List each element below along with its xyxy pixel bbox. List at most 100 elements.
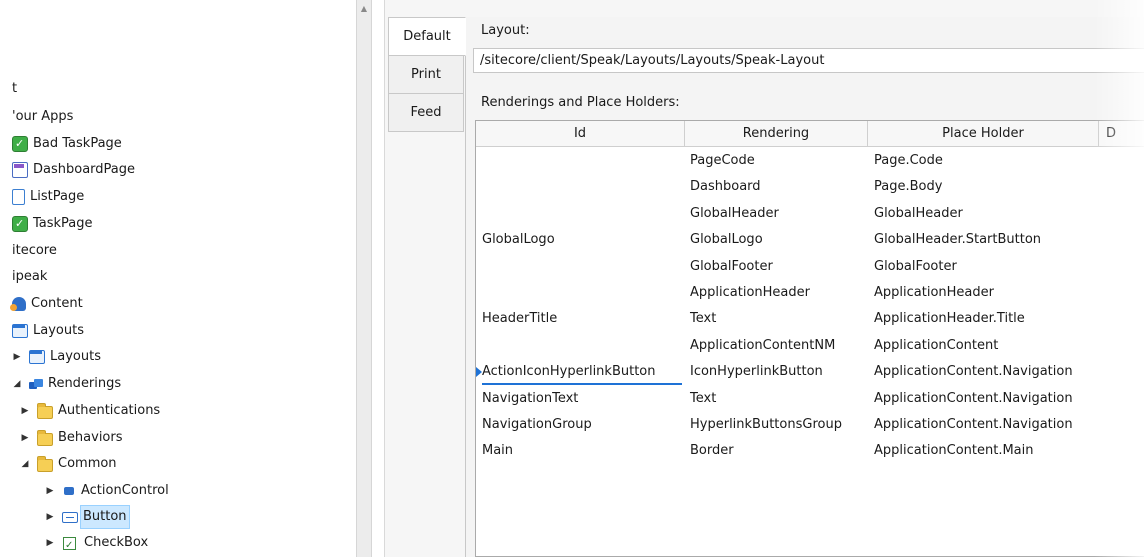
tree-item-label: Authentications [58,403,161,418]
column-header-placeholder[interactable]: Place Holder [868,121,1099,147]
tree-item-label: TaskPage [33,216,93,231]
grid-cell-placeholder[interactable]: ApplicationHeader [874,280,994,306]
grid-cell-rendering[interactable]: Dashboard [690,174,761,200]
layout-label: Layout: [481,23,530,38]
grid-cell-placeholder[interactable]: ApplicationContent.Navigation [874,386,1073,412]
grid-cell-placeholder[interactable]: GlobalHeader.StartButton [874,227,1041,253]
grid-cell-rendering[interactable]: Border [690,438,734,464]
tree-item[interactable]: ipeak [12,266,47,288]
tree-item-label: Renderings [48,376,122,391]
tree-item[interactable]: ▶ Authentications [19,400,160,422]
collapsed-arrow-icon[interactable]: ▶ [19,400,31,422]
tree-item-label: Layouts [50,349,101,364]
grid-cell-id[interactable]: HeaderTitle [482,306,557,332]
grid-cell-rendering[interactable]: Text [690,306,716,332]
tree-item[interactable]: t [12,78,17,100]
grid-cell-placeholder[interactable]: ApplicationContent.Navigation [874,359,1073,385]
grid-cell-id[interactable]: ActionIconHyperlinkButton [482,359,656,385]
tree-item-label: ListPage [30,189,85,204]
tab-feed[interactable]: Feed [388,93,464,132]
grid-cell-rendering[interactable]: HyperlinkButtonsGroup [690,412,842,438]
list-page-icon [12,189,25,205]
pane-splitter[interactable] [372,0,385,557]
collapsed-arrow-icon[interactable]: ▶ [44,480,56,502]
action-control-icon [64,487,74,495]
tree-item[interactable]: ◢ Renderings [11,373,122,395]
grid-cell-id[interactable]: NavigationText [482,386,578,412]
column-header-rendering[interactable]: Rendering [685,121,868,147]
tree-item-label: Bad TaskPage [33,136,122,151]
checkbox-icon [63,535,76,557]
tree-item[interactable]: Content [10,293,83,315]
scroll-up-arrow-icon[interactable]: ▲ [357,0,371,17]
grid-cell-id[interactable]: Main [482,438,513,464]
grid-cell-rendering[interactable]: ApplicationContentNM [690,333,835,359]
tree-item[interactable]: ListPage [12,186,84,208]
tree-item[interactable]: itecore [12,240,57,262]
folder-icon [37,402,53,419]
tree-item-label: Layouts [33,323,84,338]
folder-icon [37,455,53,472]
layout-details-panel: Layout: /sitecore/client/Speak/Layouts/L… [465,17,1144,557]
grid-cell-placeholder[interactable]: Page.Code [874,148,943,174]
collapsed-arrow-icon[interactable]: ▶ [19,427,31,449]
content-icon [10,297,26,311]
tree-item[interactable]: ◢ Common [19,453,117,475]
grid-cell-id[interactable]: GlobalLogo [482,227,555,253]
tree-item-label: itecore [12,243,57,258]
tree-item-label: Common [58,456,117,471]
layout-path-field[interactable]: /sitecore/client/Speak/Layouts/Layouts/S… [473,48,1144,73]
collapsed-arrow-icon[interactable]: ▶ [11,346,23,368]
grid-cell-placeholder[interactable]: GlobalHeader [874,201,963,227]
tree-item-label: CheckBox [84,535,149,550]
collapsed-arrow-icon[interactable]: ▶ [44,532,56,554]
tree-item[interactable]: ▶ CheckBox [44,532,149,557]
renderings-label: Renderings and Place Holders: [481,95,680,110]
tab-default[interactable]: Default [388,17,466,56]
grid-cell-rendering[interactable]: Text [690,386,716,412]
grid-cell-rendering[interactable]: GlobalHeader [690,201,779,227]
task-page-icon [12,133,28,155]
expanded-arrow-icon[interactable]: ◢ [19,453,31,475]
task-page-icon [12,213,28,235]
layouts-folder-icon [12,324,28,338]
folder-icon [37,429,53,446]
tree-item[interactable]: Layouts [12,320,84,342]
grid-cell-placeholder[interactable]: GlobalFooter [874,254,957,280]
dashboard-page-icon [12,162,28,178]
tree-item-label: DashboardPage [33,162,136,177]
collapsed-arrow-icon[interactable]: ▶ [44,506,56,528]
grid-cell-placeholder[interactable]: ApplicationContent [874,333,998,359]
current-row-marker-icon [476,367,482,378]
tree-item-label: t [12,81,18,96]
grid-cell-rendering[interactable]: PageCode [690,148,755,174]
tree-item[interactable]: TaskPage [12,213,93,235]
tree-item[interactable]: ▶ ActionControl [44,480,169,502]
grid-cell-id[interactable]: NavigationGroup [482,412,592,438]
renderings-icon [29,377,43,391]
button-icon [62,511,78,523]
column-header-id[interactable]: Id [476,121,685,147]
column-header-d[interactable]: D [1099,121,1144,147]
layouts-folder-icon [29,350,45,364]
content-tree: t 'our Apps Bad TaskPage DashboardPage ListP… [0,0,356,557]
tree-item-label: Content [31,296,83,311]
tree-item[interactable]: DashboardPage [12,159,135,181]
grid-cell-rendering[interactable]: ApplicationHeader [690,280,810,306]
tree-item[interactable]: ▶ Behaviors [19,427,123,449]
expanded-arrow-icon[interactable]: ◢ [11,373,23,395]
tab-print[interactable]: Print [388,55,464,94]
grid-cell-placeholder[interactable]: Page.Body [874,174,942,200]
tree-item[interactable]: 'our Apps [12,106,73,128]
grid-cell-placeholder[interactable]: ApplicationContent.Navigation [874,412,1073,438]
grid-cell-placeholder[interactable]: ApplicationContent.Main [874,438,1034,464]
tree-item[interactable]: Bad TaskPage [12,133,122,155]
grid-cell-rendering[interactable]: GlobalLogo [690,227,763,253]
tree-item-label: ipeak [12,269,48,284]
tree-scrollbar[interactable]: ▲ [356,0,372,557]
tree-item[interactable]: ▶ Button [44,505,130,529]
grid-cell-rendering[interactable]: IconHyperlinkButton [690,359,823,385]
tree-item[interactable]: ▶ Layouts [11,346,101,368]
grid-cell-placeholder[interactable]: ApplicationHeader.Title [874,306,1025,332]
grid-cell-rendering[interactable]: GlobalFooter [690,254,773,280]
